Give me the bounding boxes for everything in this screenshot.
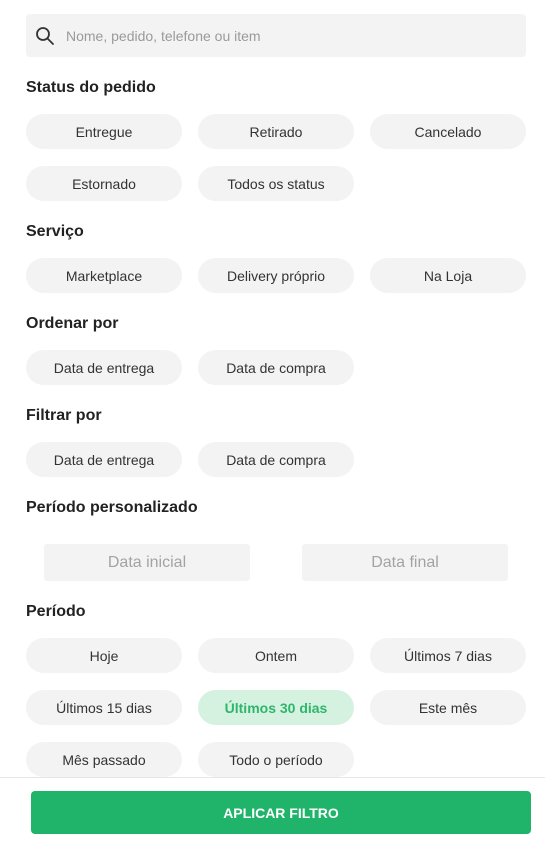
chip-periodo-todo-periodo[interactable]: Todo o período [198, 742, 354, 777]
chip-ordenar-data-entrega[interactable]: Data de entrega [26, 350, 182, 385]
search-input[interactable] [66, 15, 486, 56]
apply-filter-button[interactable]: APLICAR FILTRO [31, 791, 531, 834]
search-bar[interactable] [26, 14, 526, 57]
chip-periodo-ultimos-7-dias[interactable]: Últimos 7 dias [370, 638, 526, 673]
chip-periodo-ontem[interactable]: Ontem [198, 638, 354, 673]
chip-servico-na-loja[interactable]: Na Loja [370, 258, 526, 293]
section-title-status: Status do pedido [26, 79, 156, 96]
chip-filtrar-data-entrega[interactable]: Data de entrega [26, 442, 182, 477]
chip-periodo-hoje[interactable]: Hoje [26, 638, 182, 673]
section-title-ordenar: Ordenar por [26, 315, 119, 332]
chip-periodo-ultimos-15-dias[interactable]: Últimos 15 dias [26, 690, 182, 725]
filter-panel: Status do pedido Entregue Retirado Cance… [0, 0, 545, 777]
section-title-servico: Serviço [26, 223, 84, 240]
footer-bar: APLICAR FILTRO [0, 777, 545, 843]
chip-ordenar-data-compra[interactable]: Data de compra [198, 350, 354, 385]
start-date-field[interactable]: Data inicial [44, 544, 250, 581]
end-date-field[interactable]: Data final [302, 544, 508, 581]
search-icon [35, 26, 55, 46]
section-title-periodo-personalizado: Período personalizado [26, 499, 198, 516]
chip-status-entregue[interactable]: Entregue [26, 114, 182, 149]
chip-filtrar-data-compra[interactable]: Data de compra [198, 442, 354, 477]
chip-status-cancelado[interactable]: Cancelado [370, 114, 526, 149]
chip-servico-delivery[interactable]: Delivery próprio [198, 258, 354, 293]
section-title-periodo: Período [26, 603, 86, 620]
chip-status-retirado[interactable]: Retirado [198, 114, 354, 149]
section-title-filtrar: Filtrar por [26, 407, 102, 424]
chip-periodo-mes-passado[interactable]: Mês passado [26, 742, 182, 777]
chip-servico-marketplace[interactable]: Marketplace [26, 258, 182, 293]
chip-status-todos[interactable]: Todos os status [198, 166, 354, 201]
chip-periodo-ultimos-30-dias-selected[interactable]: Últimos 30 dias [198, 690, 354, 725]
chip-periodo-este-mes[interactable]: Este mês [370, 690, 526, 725]
chip-status-estornado[interactable]: Estornado [26, 166, 182, 201]
